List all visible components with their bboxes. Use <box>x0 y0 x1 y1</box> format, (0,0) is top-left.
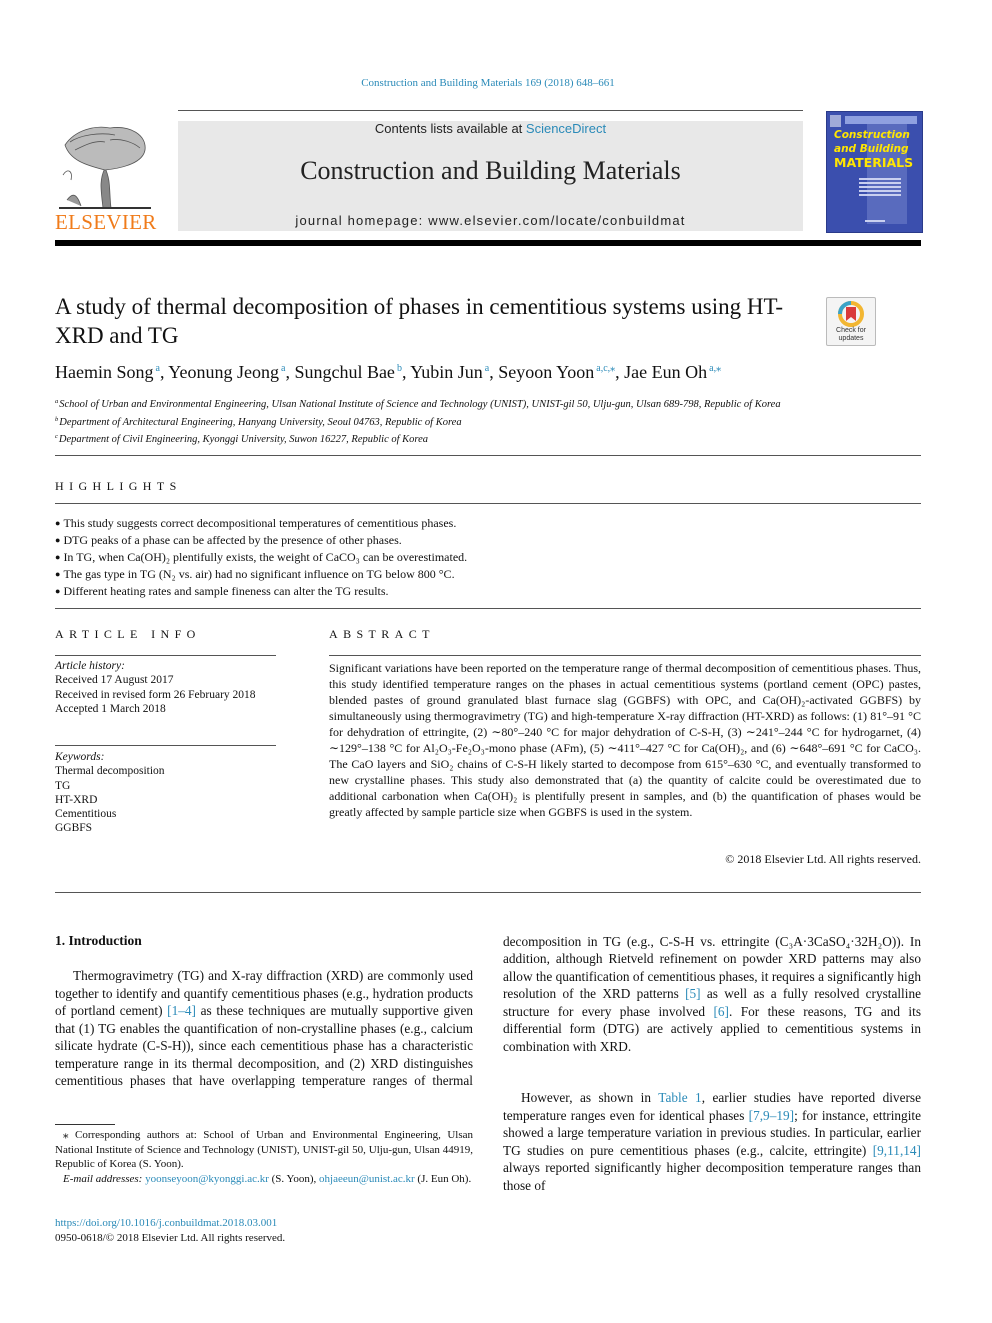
highlight-item: ● This study suggests correct decompositi… <box>55 516 457 530</box>
cover-title-line1: Construction <box>834 129 910 141</box>
elsevier-wordmark: ELSEVIER <box>55 210 157 234</box>
email-link[interactable]: yoonseyoon@kyonggi.ac.kr <box>145 1173 269 1185</box>
author-affil-sup[interactable]: a <box>485 363 489 374</box>
email-link[interactable]: ohjaeeun@unist.ac.kr <box>319 1173 415 1185</box>
history-item: Received 17 August 2017 <box>55 674 174 687</box>
divider <box>329 655 921 656</box>
journal-homepage[interactable]: journal homepage: www.elsevier.com/locat… <box>178 213 803 228</box>
author[interactable]: Jae Eun Oh a,⁎ <box>624 362 721 382</box>
intro-paragraph-2: However, as shown in Table 1, earlier st… <box>503 1090 921 1193</box>
divider <box>55 655 276 656</box>
highlights-list: ● This study suggests correct decompositi… <box>55 515 467 600</box>
cover-band <box>845 116 917 124</box>
journal-cover-thumbnail[interactable]: Construction and Building MATERIALS <box>826 111 923 233</box>
author-affil-sup[interactable]: a <box>281 363 285 374</box>
abstract-heading: ABSTRACT <box>329 627 435 641</box>
keyword: Cementitious <box>55 808 117 821</box>
keyword: TG <box>55 779 71 792</box>
citation-link[interactable]: [1–4] <box>167 1003 196 1018</box>
affiliation: cDepartment of Civil Engineering, Kyongg… <box>55 433 429 445</box>
sciencedirect-link[interactable]: ScienceDirect <box>526 121 606 136</box>
keyword: Thermal decomposition <box>55 765 165 778</box>
author[interactable]: Haemin Song a <box>55 362 160 382</box>
cover-emblem-icon <box>830 115 841 127</box>
author[interactable]: Sungchul Bae b <box>294 362 402 382</box>
issn-copyright: 0950-0618/© 2018 Elsevier Ltd. All right… <box>55 1231 286 1244</box>
intro-column-left: Thermogravimetry (TG) and X-ray diffract… <box>55 967 473 1091</box>
email-label: E-mail addresses: <box>63 1172 143 1185</box>
citation-link[interactable]: [9,11,14] <box>873 1143 921 1158</box>
cover-title-line3: MATERIALS <box>834 155 914 170</box>
highlight-item: ● In TG, when Ca(OH)₂ plentifully exists,… <box>55 550 468 564</box>
divider <box>55 455 921 456</box>
crossmark-label: Check for updates <box>827 327 875 342</box>
author-affil-sup[interactable]: a,⁎ <box>709 363 721 374</box>
cover-footer <box>865 220 885 222</box>
intro-paragraph-1: Thermogravimetry (TG) and X-ray diffract… <box>55 968 473 1091</box>
intro-column-right: Thermogravimetry (TG) and X-ray diffract… <box>503 932 921 1194</box>
affiliation: bDepartment of Architectural Engineering… <box>55 415 462 428</box>
keyword: HT-XRD <box>55 793 98 806</box>
divider <box>55 503 921 504</box>
corresponding-author-note: ⁎ Corresponding authors at: School of Ur… <box>55 1129 473 1170</box>
author-list: Haemin Song a, Yeonung Jeong a, Sungchul B… <box>55 362 722 382</box>
divider <box>55 745 276 746</box>
article-info-heading: ARTICLE INFO <box>55 627 201 641</box>
cover-title: Construction and Building MATERIALS <box>834 128 920 170</box>
history-item: Accepted 1 March 2018 <box>55 702 166 715</box>
author-affil-sup[interactable]: a <box>156 363 160 374</box>
crossmark-line1: Check for <box>836 327 866 334</box>
history-label: Article history: <box>55 660 125 672</box>
author[interactable]: Seyoon Yoon a,c,⁎ <box>498 362 615 382</box>
keyword: GGBFS <box>55 822 93 835</box>
cover-description <box>859 178 901 198</box>
highlight-item: ● DTG peaks of a phase can be affected by… <box>55 533 402 547</box>
crossmark-line2: updates <box>838 334 864 342</box>
citation-link[interactable]: [7,9–19] <box>749 1108 794 1123</box>
abstract-text: Significant variations have been reporte… <box>329 661 921 819</box>
affiliation: aSchool of Urban and Environmental Engin… <box>55 398 781 410</box>
author-affil-sup[interactable]: b <box>397 363 402 374</box>
highlight-item: ● Different heating rates and sample fine… <box>55 584 389 598</box>
citation-link[interactable]: [6] <box>713 1004 729 1019</box>
divider <box>55 892 921 893</box>
keywords-label: Keywords: <box>55 751 105 763</box>
paper-title: A study of thermal decomposition of phas… <box>55 294 784 348</box>
doi-block: https://doi.org/10.1016/j.conbuildmat.20… <box>55 1216 285 1245</box>
doi-link[interactable]: https://doi.org/10.1016/j.conbuildmat.20… <box>55 1217 277 1229</box>
journal-reference-link[interactable]: Construction and Building Materials 169 … <box>0 77 976 89</box>
footnotes: ⁎ Corresponding authors at: School of Ur… <box>55 1128 473 1186</box>
footnote-rule <box>55 1124 115 1125</box>
introduction-heading: 1. Introduction <box>55 933 142 948</box>
table-link[interactable]: Table 1 <box>658 1090 701 1105</box>
contents-prefix: Contents lists available at <box>374 121 526 136</box>
highlight-item: ● The gas type in TG (N₂ vs. air) had no … <box>55 567 455 581</box>
author-affil-sup[interactable]: a,c,⁎ <box>596 363 615 374</box>
affiliations: aSchool of Urban and Environmental Engin… <box>55 395 781 448</box>
history-item: Received in revised form 26 February 201… <box>55 688 256 701</box>
check-for-updates-button[interactable]: Check for updates <box>826 297 876 346</box>
cover-title-line2: and Building <box>834 143 909 155</box>
highlights-heading: HIGHLIGHTS <box>55 479 182 493</box>
crossmark-icon <box>838 301 864 327</box>
author[interactable]: Yeonung Jeong a <box>168 362 285 382</box>
keywords: Keywords: Thermal decomposition TG HT-XR… <box>55 750 165 836</box>
contents-line: Contents lists available at ScienceDirec… <box>178 121 803 136</box>
article-history: Article history: Received 17 August 2017… <box>55 659 256 716</box>
header-rule <box>178 110 803 111</box>
divider <box>55 608 921 609</box>
header-thick-rule <box>55 240 921 246</box>
journal-title: Construction and Building Materials <box>300 156 681 185</box>
email-note: E-mail addresses: yoonseyoon@kyonggi.ac.… <box>63 1172 472 1185</box>
author[interactable]: Yubin Jun a <box>410 362 489 382</box>
abstract-copyright: © 2018 Elsevier Ltd. All rights reserved… <box>725 852 921 866</box>
citation-link[interactable]: [5] <box>685 986 701 1001</box>
intro-paragraph-1-continued: Thermogravimetry (TG) and X-ray diffract… <box>503 933 921 1054</box>
